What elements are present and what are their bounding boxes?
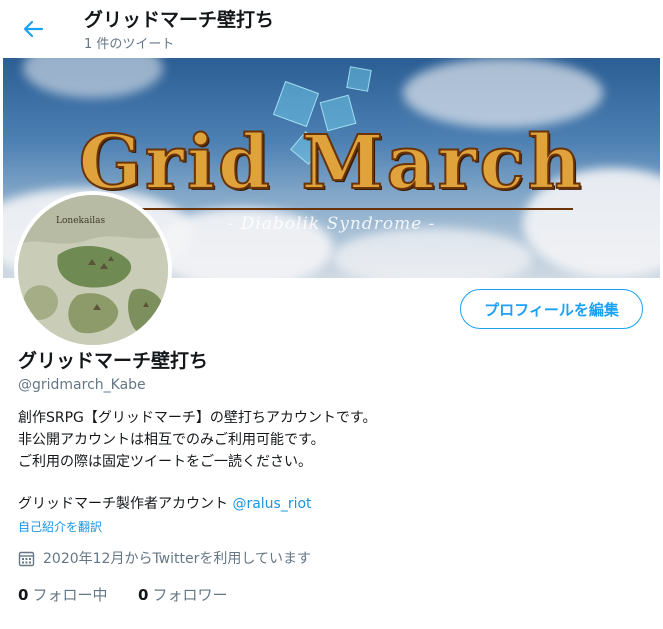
following-label: フォロー中 bbox=[32, 586, 108, 604]
followers-count: 0 bbox=[138, 586, 149, 604]
bio-line: ご利用の際は固定ツイートをご一読ください。 bbox=[18, 454, 312, 470]
avatar[interactable]: Lonekailas bbox=[14, 191, 172, 349]
bio-creator-line: グリッドマーチ製作者アカウント @ralus_riot bbox=[18, 493, 312, 513]
calendar-icon bbox=[18, 551, 35, 566]
bio-line: 非公開アカウントは相互でのみご利用可能です。 bbox=[18, 432, 325, 448]
back-button[interactable] bbox=[20, 14, 54, 44]
followers-label: フォロワー bbox=[152, 586, 228, 604]
tweet-count: 1 件のツイート bbox=[84, 37, 175, 52]
join-date-text: 2020年12月からTwitterを利用しています bbox=[43, 551, 311, 567]
bio-line: 創作SRPG【グリッドマーチ】の壁打ちアカウントです。 bbox=[18, 410, 377, 426]
creator-mention-link[interactable]: @ralus_riot bbox=[232, 496, 311, 512]
display-name: グリッドマーチ壁打ち bbox=[18, 350, 209, 372]
top-bar: グリッドマーチ壁打ち 1 件のツイート bbox=[0, 0, 663, 58]
svg-text:Lonekailas: Lonekailas bbox=[56, 216, 105, 226]
user-handle: @gridmarch_Kabe bbox=[18, 377, 146, 393]
join-date: 2020年12月からTwitterを利用しています bbox=[18, 548, 311, 568]
banner-divider bbox=[113, 208, 573, 210]
fantasy-map-image: Lonekailas bbox=[18, 195, 168, 345]
arrow-left-icon bbox=[23, 20, 44, 38]
translate-bio-link[interactable]: 自己紹介を翻訳 bbox=[18, 518, 102, 535]
following-link[interactable]: 0 フォロー中 bbox=[18, 584, 107, 605]
followers-link[interactable]: 0 フォロワー bbox=[138, 584, 227, 605]
creator-text: グリッドマーチ製作者アカウント bbox=[18, 496, 228, 512]
following-count: 0 bbox=[18, 586, 29, 604]
header-title: グリッドマーチ壁打ち bbox=[84, 9, 275, 31]
edit-profile-button[interactable]: プロフィールを編集 bbox=[460, 289, 643, 329]
